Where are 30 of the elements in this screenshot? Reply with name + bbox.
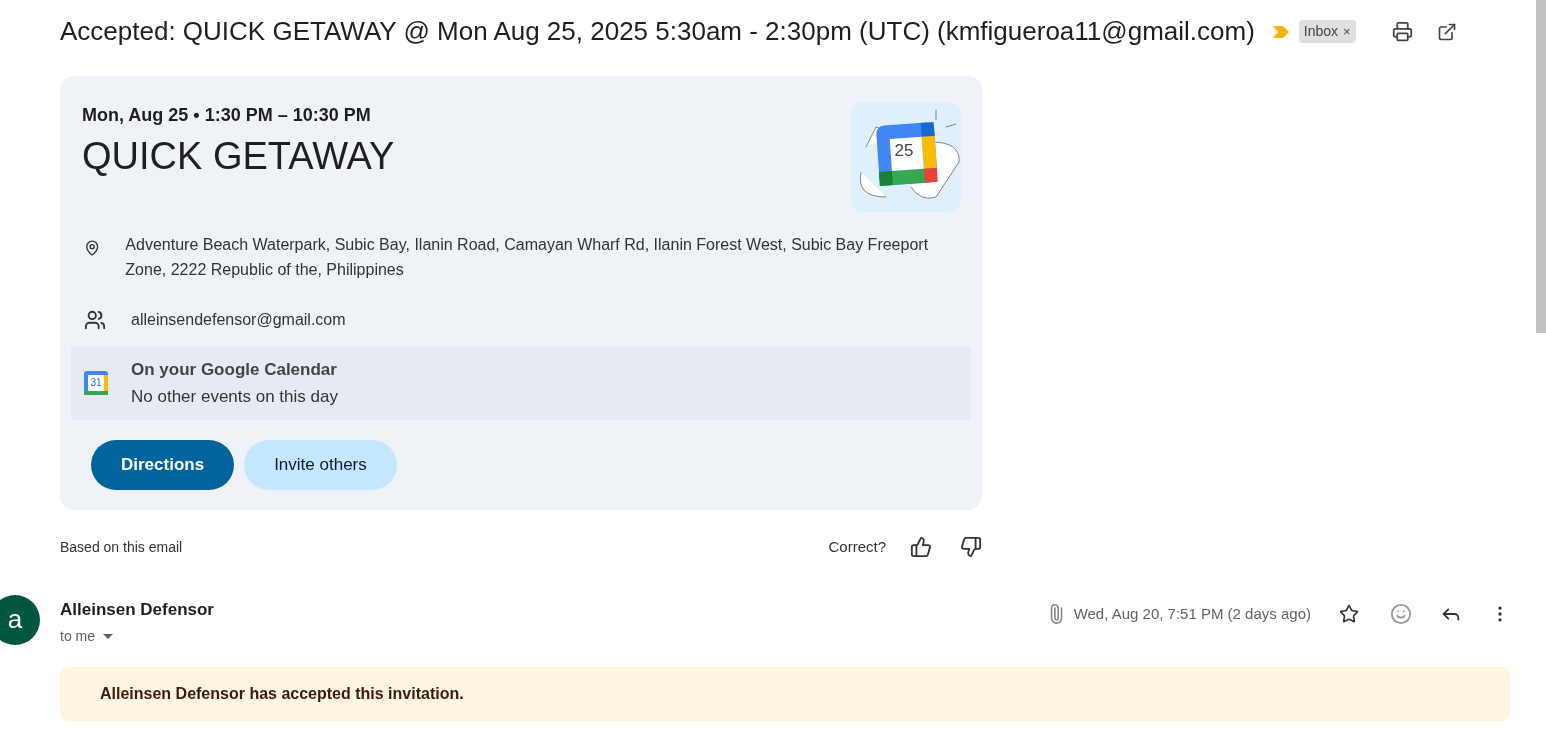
source-note: Based on this email (60, 537, 183, 557)
event-location: Adventure Beach Waterpark, Subic Bay, Ilanin Road, Camayan Wharf Rd, Ilanin Forest West, Subic Bay Freeport Zone, 2222 Republic of the, Philippines (125, 235, 930, 280)
guests-icon (84, 309, 106, 331)
calendar-illustration-day: 25 (894, 138, 914, 164)
calendar-icon-day: 31 (90, 378, 102, 388)
thumbs-up-icon[interactable] (910, 536, 932, 559)
sender-avatar: a (0, 594, 40, 645)
dropdown-caret-icon[interactable] (103, 634, 113, 639)
scrollbar-thumb[interactable] (1536, 0, 1546, 333)
invite-button[interactable]: Invite others (244, 440, 397, 490)
calendar-title: On your Google Calendar (131, 358, 338, 381)
remove-label-button[interactable]: × (1343, 21, 1351, 42)
open-in-new-window-icon[interactable] (1436, 21, 1457, 42)
correct-question: Correct? (828, 537, 886, 557)
inbox-label: Inbox (1303, 22, 1339, 41)
guest-email: alleinsendefensor@gmail.com (131, 310, 346, 330)
sender-name: Alleinsen Defensor (60, 598, 214, 621)
banner-text: Alleinsen Defensor has accepted this invitation. (100, 684, 464, 704)
message-date: Wed, Aug 20, 7:51 PM (2 days ago) (1073, 603, 1311, 624)
event-time: Mon, Aug 25 • 1:30 PM – 10:30 PM (82, 104, 372, 127)
event-title: QUICK GETAWAY (82, 134, 395, 179)
directions-button[interactable]: Directions (91, 440, 235, 490)
calendar-note: No other events on this day (131, 386, 338, 408)
emoji-reaction-icon[interactable] (1390, 602, 1412, 625)
recipient-summary: to me (60, 627, 95, 646)
star-icon[interactable] (1339, 603, 1359, 624)
thumbs-down-icon[interactable] (960, 536, 982, 559)
print-icon[interactable] (1391, 21, 1413, 42)
email-subject: Accepted: QUICK GETAWAY @ Mon Aug 25, 2025 5:30am - 2:30pm (UTC) (kmfigueroa11@gmail.com) (60, 15, 1255, 48)
importance-marker-icon[interactable] (1272, 25, 1289, 38)
